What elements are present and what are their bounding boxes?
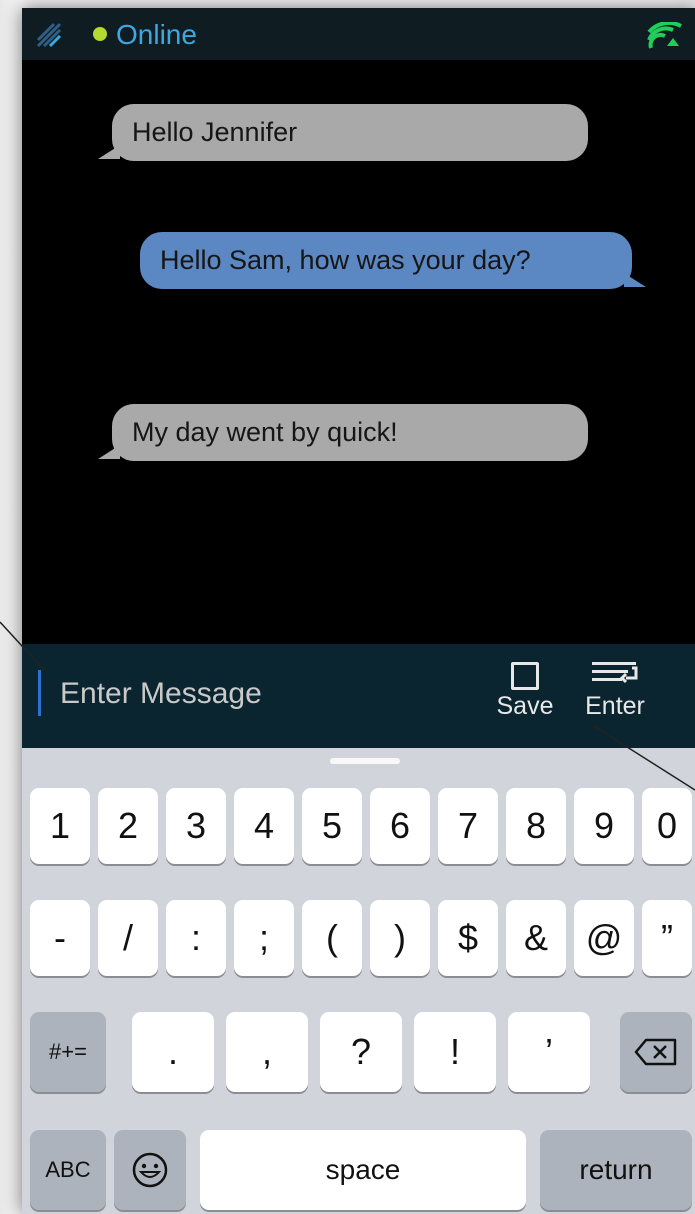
screenshot-stage: Online Hello Jennifer Hello Sam, how was… [0,0,695,1214]
enter-label: Enter [585,692,645,720]
key-slash[interactable]: / [98,900,158,976]
enter-button[interactable]: Enter [574,658,656,734]
key-question[interactable]: ? [320,1012,402,1092]
key-abc[interactable]: ABC [30,1130,106,1210]
status-text: Online [116,19,197,50]
status-bar: Online [22,8,695,60]
key-return[interactable]: return [540,1130,692,1210]
checkbox-icon [511,662,539,690]
key-6[interactable]: 6 [370,788,430,864]
bubble-tail [624,273,646,287]
key-2[interactable]: 2 [98,788,158,864]
key-4[interactable]: 4 [234,788,294,864]
keyboard-grabber [330,758,400,764]
message-bubble-incoming: Hello Jennifer [98,104,588,161]
key-9[interactable]: 9 [574,788,634,864]
key-3[interactable]: 3 [166,788,226,864]
enter-lines-icon [592,662,638,684]
key-dollar[interactable]: $ [438,900,498,976]
backspace-icon [634,1038,677,1066]
text-cursor [38,670,41,716]
message-text: Hello Jennifer [132,117,298,147]
message-input[interactable] [58,666,482,722]
key-0[interactable]: 0 [642,788,692,864]
phone-screen: Online Hello Jennifer Hello Sam, how was… [22,8,695,1214]
key-5[interactable]: 5 [302,788,362,864]
key-open-paren[interactable]: ( [302,900,362,976]
message-composer: Save Enter [22,644,695,748]
online-status-dot [93,27,107,41]
key-close-paren[interactable]: ) [370,900,430,976]
message-text: My day went by quick! [132,417,398,447]
key-7[interactable]: 7 [438,788,498,864]
message-bubble-incoming: My day went by quick! [98,404,588,461]
onscreen-keyboard: 1 2 3 4 5 6 7 8 9 0 - / : ; ( ) $ & @ ” … [22,748,695,1214]
key-1[interactable]: 1 [30,788,90,864]
message-bubble-outgoing: Hello Sam, how was your day? [140,232,646,289]
bubble-tail [98,445,120,459]
key-exclamation[interactable]: ! [414,1012,496,1092]
key-comma[interactable]: , [226,1012,308,1092]
key-backspace[interactable] [620,1012,692,1092]
chat-area: Hello Jennifer Hello Sam, how was your d… [22,60,695,644]
key-quote[interactable]: ” [642,900,692,976]
save-label: Save [496,692,554,720]
key-apostrophe[interactable]: ’ [508,1012,590,1092]
key-emoji[interactable] [114,1130,186,1210]
app-logo-icon [36,22,62,48]
message-text: Hello Sam, how was your day? [160,245,531,275]
key-period[interactable]: . [132,1012,214,1092]
key-semicolon[interactable]: ; [234,900,294,976]
key-space[interactable]: space [200,1130,526,1210]
key-colon[interactable]: : [166,900,226,976]
key-8[interactable]: 8 [506,788,566,864]
key-hyphen[interactable]: - [30,900,90,976]
key-ampersand[interactable]: & [506,900,566,976]
bubble-tail [98,145,120,159]
signal-strength-icon [647,22,682,49]
emoji-icon [132,1152,168,1188]
key-at[interactable]: @ [574,900,634,976]
save-button[interactable]: Save [488,658,562,734]
key-more-symbols[interactable]: #+= [30,1012,106,1092]
